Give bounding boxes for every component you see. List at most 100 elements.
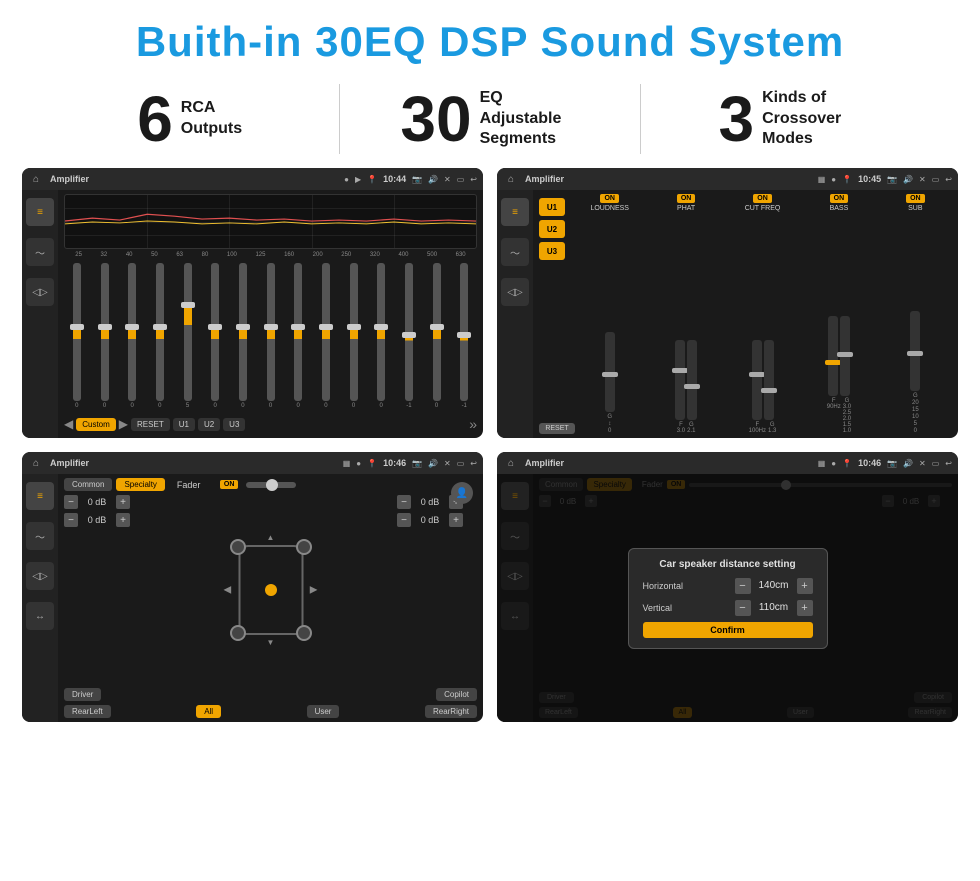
eq-next-icon[interactable]: ▶ [119, 417, 128, 431]
stat-number-rca: 6 [137, 87, 173, 151]
eq-slider-4[interactable]: 5 [175, 263, 201, 409]
back-icon-2[interactable]: ↩ [945, 175, 952, 184]
eq-u2-btn[interactable]: U2 [198, 418, 220, 431]
dialog-vertical-plus[interactable]: + [797, 600, 813, 616]
btn-driver[interactable]: Driver [64, 688, 101, 701]
stat-crossover: 3 Kinds ofCrossover Modes [661, 87, 920, 151]
cutfreq-on-badge[interactable]: ON [753, 194, 772, 203]
btn-all[interactable]: All [196, 705, 221, 718]
eq-slider-2[interactable]: 0 [119, 263, 145, 409]
sidebar-fader-wave-btn[interactable]: 〜 [26, 522, 54, 550]
dialog-horizontal-plus[interactable]: + [797, 578, 813, 594]
loudness-fader[interactable] [605, 332, 615, 412]
fader-on-badge[interactable]: ON [220, 480, 239, 489]
phat-fader[interactable] [675, 340, 685, 420]
sidebar-eq-btn[interactable]: ≡ [26, 198, 54, 226]
screen-fader-content: ≡ 〜 ◁▷ ↔ Common Specialty Fader ON [22, 474, 483, 722]
pin-icon-4: 📍 [842, 459, 852, 468]
vol-plus-tl[interactable]: + [116, 495, 130, 509]
loudness-on-badge[interactable]: ON [600, 194, 619, 203]
pin-icon: 📍 [367, 175, 377, 184]
screen-amp-sidebar: ≡ 〜 ◁▷ [497, 190, 533, 438]
fader-tabs: Common Specialty [64, 478, 165, 491]
amp-reset-btn[interactable]: RESET [539, 423, 575, 434]
eq-slider-10[interactable]: 0 [341, 263, 367, 409]
back-icon[interactable]: ↩ [470, 175, 477, 184]
eq-slider-5[interactable]: 0 [202, 263, 228, 409]
topbar-title-fader: Amplifier [50, 458, 337, 468]
fader-tab-common[interactable]: Common [64, 478, 112, 491]
home-icon-4[interactable]: ⌂ [503, 455, 519, 471]
btn-rearright[interactable]: RearRight [425, 705, 477, 718]
sidebar-amp-wave-btn[interactable]: 〜 [501, 238, 529, 266]
back-icon-3[interactable]: ↩ [470, 459, 477, 468]
vol-plus-br[interactable]: + [449, 513, 463, 527]
dialog-horizontal-ctrl: − 140cm + [735, 578, 813, 594]
eq-slider-14[interactable]: -1 [451, 263, 477, 409]
topbar-time-amp: 10:45 [858, 174, 881, 184]
dialog-vertical-minus[interactable]: − [735, 600, 751, 616]
eq-prev-icon[interactable]: ◀ [64, 417, 73, 431]
screen-eq-content: ≡ 〜 ◁▷ [22, 190, 483, 438]
eq-slider-9[interactable]: 0 [313, 263, 339, 409]
cutfreq-fader[interactable] [752, 340, 762, 420]
home-icon-3[interactable]: ⌂ [28, 455, 44, 471]
btn-user[interactable]: User [307, 705, 340, 718]
amp-preset-u3[interactable]: U3 [539, 242, 565, 260]
dialog-confirm-button[interactable]: Confirm [643, 622, 813, 638]
vol-val-br: 0 dB [415, 515, 445, 525]
bass-fader-2[interactable] [840, 316, 850, 396]
eq-slider-3[interactable]: 0 [147, 263, 173, 409]
btn-copilot[interactable]: Copilot [436, 688, 477, 701]
vol-minus-bl[interactable]: − [64, 513, 78, 527]
eq-u1-btn[interactable]: U1 [173, 418, 195, 431]
sidebar-wave-btn[interactable]: 〜 [26, 238, 54, 266]
home-icon-2[interactable]: ⌂ [503, 171, 519, 187]
sub-on-badge[interactable]: ON [906, 194, 925, 203]
pin-icon-2: 📍 [842, 175, 852, 184]
sidebar-fader-eq-btn[interactable]: ≡ [26, 482, 54, 510]
sidebar-fader-extra-btn[interactable]: ↔ [26, 602, 54, 630]
phat-fader-2[interactable] [687, 340, 697, 420]
sidebar-vol-btn[interactable]: ◁▷ [26, 278, 54, 306]
eq-custom-btn[interactable]: Custom [76, 418, 116, 431]
vol-icon-2: 🔊 [903, 175, 913, 184]
sidebar-amp-eq-btn[interactable]: ≡ [501, 198, 529, 226]
eq-slider-13[interactable]: 0 [424, 263, 450, 409]
vol-plus-bl[interactable]: + [116, 513, 130, 527]
phat-on-badge[interactable]: ON [677, 194, 696, 203]
eq-curve-svg [65, 195, 476, 248]
fader-body: − 0 dB + − 0 dB + [64, 495, 477, 684]
fader-person-icon[interactable]: 👤 [451, 482, 473, 504]
sub-fader[interactable] [910, 311, 920, 391]
eq-slider-12[interactable]: -1 [396, 263, 422, 409]
bass-on-badge[interactable]: ON [830, 194, 849, 203]
x-icon: ✕ [444, 175, 451, 184]
amp-preset-u1[interactable]: U1 [539, 198, 565, 216]
eq-u3-btn[interactable]: U3 [223, 418, 245, 431]
back-icon-4[interactable]: ↩ [945, 459, 952, 468]
amp-preset-u2[interactable]: U2 [539, 220, 565, 238]
screen-fader-topbar: ⌂ Amplifier ▦ ● 📍 10:46 📷 🔊 ✕ ▭ ↩ [22, 452, 483, 474]
sidebar-amp-vol-btn[interactable]: ◁▷ [501, 278, 529, 306]
eq-slider-0[interactable]: 0 [64, 263, 90, 409]
fader-tab-specialty[interactable]: Specialty [116, 478, 164, 491]
vol-minus-tl[interactable]: − [64, 495, 78, 509]
eq-reset-btn[interactable]: RESET [131, 418, 170, 431]
vol-minus-br[interactable]: − [397, 513, 411, 527]
btn-rearleft[interactable]: RearLeft [64, 705, 111, 718]
dialog-horizontal-minus[interactable]: − [735, 578, 751, 594]
eq-slider-6[interactable]: 0 [230, 263, 256, 409]
eq-slider-11[interactable]: 0 [368, 263, 394, 409]
sidebar-fader-vol-btn[interactable]: ◁▷ [26, 562, 54, 590]
dot-icon-3: ● [356, 459, 361, 468]
cutfreq-fader-2[interactable] [764, 340, 774, 420]
vol-minus-tr[interactable]: − [397, 495, 411, 509]
fader-track[interactable] [246, 482, 296, 488]
home-icon[interactable]: ⌂ [28, 171, 44, 187]
eq-slider-7[interactable]: 0 [258, 263, 284, 409]
eq-slider-1[interactable]: 0 [92, 263, 118, 409]
x-icon-4: ✕ [919, 459, 926, 468]
vol-ctrl-bl: − 0 dB + [64, 513, 144, 527]
eq-slider-8[interactable]: 0 [285, 263, 311, 409]
